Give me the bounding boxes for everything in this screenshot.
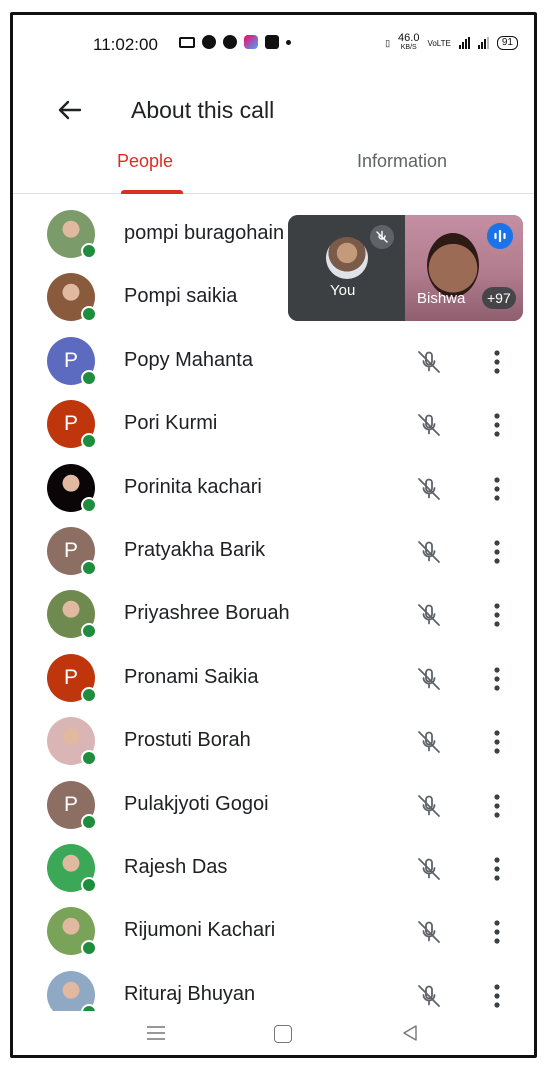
jio-icon [202, 35, 216, 49]
online-status-dot [81, 877, 97, 893]
online-status-dot [81, 750, 97, 767]
participant-name: Pori Kurmi [124, 412, 218, 435]
mic-off-icon [418, 921, 440, 944]
notification-icons [179, 35, 291, 49]
self-label: You [330, 282, 356, 299]
more-options-icon[interactable] [487, 918, 507, 946]
participant-row[interactable]: Rajesh Das [13, 837, 534, 900]
participant-name: Priyashree Boruah [124, 602, 290, 625]
arrow-left-icon[interactable] [53, 93, 87, 127]
participant-row[interactable]: Porinita kachari [13, 457, 534, 520]
speaker-tile: Bishwa +97 [405, 215, 523, 321]
participant-name: Pratyakha Barik [124, 539, 266, 561]
call-preview[interactable]: You Bishwa +97 [288, 215, 523, 321]
online-status-dot [81, 940, 97, 957]
online-status-dot [81, 623, 97, 640]
more-options-icon[interactable] [487, 855, 507, 883]
home-button-icon[interactable] [274, 1025, 292, 1043]
participant-row[interactable]: P Popy Mahanta [13, 330, 534, 393]
participant-name: Rituraj Bhuyan [124, 982, 256, 1005]
volte-icon: VoLTE [427, 38, 451, 48]
participant-name: Porinita kachari [124, 475, 262, 498]
more-options-icon[interactable] [487, 982, 507, 1010]
speaker-name: Bishwa [417, 290, 466, 307]
more-options-icon[interactable] [487, 792, 507, 820]
net-speed-value: 46.0 [398, 32, 420, 44]
more-options-icon[interactable] [487, 601, 507, 629]
participant-row[interactable]: Prostuti Borah [13, 710, 534, 773]
speaker-video [427, 233, 479, 297]
self-tile: You [288, 215, 405, 321]
back-triangle-icon[interactable] [401, 1024, 419, 1042]
mic-off-icon [418, 541, 440, 563]
online-status-dot [81, 243, 97, 259]
participant-row[interactable]: Priyashree Boruah [13, 583, 534, 646]
online-status-dot [81, 560, 97, 576]
mic-off-icon [418, 858, 440, 880]
participant-name: Rijumoni Kachari [124, 919, 276, 942]
extra-participants-count: +97 [482, 287, 516, 309]
youtube-icon [265, 35, 279, 49]
participant-row[interactable]: P Pratyakha Barik [13, 520, 534, 583]
more-options-icon[interactable] [487, 411, 507, 439]
active-tab-indicator [121, 190, 183, 194]
tab-people[interactable]: People [117, 151, 173, 172]
mic-off-icon [418, 414, 440, 437]
more-notifications-icon [286, 39, 291, 45]
phone-icon [223, 35, 237, 49]
mic-off-icon [418, 794, 440, 817]
participant-name: pompi buragohain [124, 222, 285, 244]
tab-information[interactable]: Information [357, 151, 447, 172]
self-mic-off-icon [370, 225, 394, 249]
status-bar: 11:02:00 ▯ 46.0 KB/S VoLTE 91 [13, 15, 534, 75]
participant-row[interactable]: P Pronami Saikia [13, 647, 534, 710]
signal-2-icon [477, 37, 489, 49]
status-time: 11:02:00 [93, 35, 158, 54]
online-status-dot [81, 306, 97, 323]
more-options-icon[interactable] [487, 728, 507, 756]
self-avatar [326, 237, 368, 279]
net-speed-unit: KB/S [400, 44, 417, 51]
participant-row[interactable]: P Pulakjyoti Gogoi [13, 774, 534, 837]
mic-off-icon [418, 984, 440, 1007]
online-status-dot [81, 813, 97, 830]
tab-bar: People Information [13, 145, 534, 194]
recent-apps-icon[interactable] [147, 1025, 165, 1041]
online-status-dot [81, 369, 97, 386]
video-call-icon [179, 36, 195, 48]
participant-name: Prostuti Borah [124, 729, 251, 752]
vibrate-icon: ▯ [385, 37, 391, 48]
mic-off-icon [418, 477, 440, 500]
online-status-dot [81, 686, 97, 703]
participant-row[interactable]: P Pori Kurmi [13, 393, 534, 456]
app-icon [244, 35, 258, 49]
app-bar: About this call [13, 75, 534, 145]
speaking-indicator-icon [487, 223, 513, 249]
participant-name: Pronami Saikia [124, 665, 259, 688]
mic-off-icon [418, 731, 440, 754]
online-status-dot [81, 496, 97, 513]
mic-off-icon [418, 667, 440, 690]
participant-name: Pulakjyoti Gogoi [124, 792, 269, 815]
mic-off-icon [418, 350, 440, 373]
signal-icon [458, 37, 470, 49]
more-options-icon[interactable] [487, 348, 507, 376]
online-status-dot [81, 433, 97, 450]
system-icons: ▯ 46.0 KB/S VoLTE 91 [385, 32, 518, 52]
participant-name: Pompi saikia [124, 285, 238, 308]
battery-icon: 91 [496, 36, 518, 50]
more-options-icon[interactable] [487, 665, 507, 693]
participant-name: Rajesh Das [124, 856, 228, 878]
more-options-icon[interactable] [487, 538, 507, 566]
page-title: About this call [131, 97, 275, 123]
system-navigation-bar [13, 1011, 534, 1055]
participant-name: Popy Mahanta [124, 348, 253, 371]
mic-off-icon [418, 604, 440, 627]
phone-screen: 11:02:00 ▯ 46.0 KB/S VoLTE 91 About this… [10, 12, 537, 1058]
more-options-icon[interactable] [487, 475, 507, 503]
participant-row[interactable]: Rijumoni Kachari [13, 900, 534, 963]
net-speed: 46.0 KB/S [398, 32, 420, 52]
